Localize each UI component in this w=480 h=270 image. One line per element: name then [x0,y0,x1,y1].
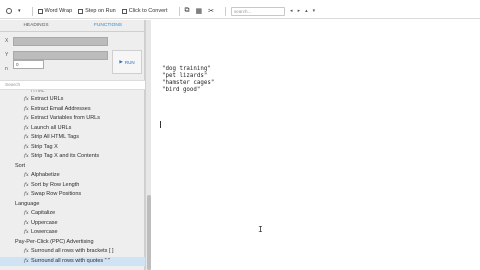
function-icon: fx [24,153,29,159]
list-item-label: Sort by Row Length [31,181,80,188]
scrollbar-thumb[interactable] [147,195,151,270]
toolbar: ▾ Word Wrap Step on Run Click to Convert… [0,4,480,19]
list-item-label: Language [15,200,40,207]
function-icon: fx [24,248,29,254]
list-item[interactable]: fx Swap Row Positions [0,190,145,200]
y-label: Y [5,52,9,58]
function-icon: fx [24,191,29,197]
text-editor[interactable]: "dog training" "pet lizards" "hamster ca… [152,20,480,270]
n-stepper[interactable]: 0 [13,60,44,69]
list-heading[interactable]: Language [0,200,145,210]
grid-icon[interactable]: ▦ [196,7,203,15]
settings-icon[interactable] [6,8,12,14]
list-item-label: Launch all URLs [31,124,72,131]
app-window: ▾ Word Wrap Step on Run Click to Convert… [0,0,480,270]
function-filter-input[interactable]: Search [0,80,145,90]
function-icon: fx [24,181,29,188]
previous-arrow-icon[interactable]: ◂ [290,8,293,14]
word-wrap-checkbox[interactable] [37,8,43,14]
play-icon: ▶ [119,59,123,64]
chevron-down-icon[interactable]: ▾ [18,8,21,14]
function-icon: fx [24,143,29,150]
function-icon: fx [24,105,29,112]
list-item-label: Alphabetize [31,172,60,178]
word-wrap-label: Word Wrap [44,8,73,14]
list-item-label: Extract Variables from URLs [31,115,100,121]
list-item-label: Swap Row Positions [31,191,82,197]
list-item[interactable]: fx Launch all URLs [0,124,145,134]
toolbar-divider [178,6,180,16]
x-label: X [5,38,9,44]
list-heading[interactable]: Pay-Per-Click (PPC) Advertising [0,238,145,248]
editor-line[interactable]: "bird good" [162,87,200,93]
list-item-label: Strip All HTML Tags [31,134,79,140]
list-item[interactable]: fx Alphabetize [0,171,145,181]
click-convert-label: Click to Convert [128,8,168,14]
click-convert-toggle[interactable]: Click to Convert [121,8,168,14]
list-item-label: Extract Email Addresses [31,105,91,112]
function-icon: fx [24,229,29,235]
tab-functions[interactable]: FUNCTIONS [72,20,144,31]
toolbar-divider [225,6,227,16]
list-item-label: Strip Tag X [31,143,58,150]
list-item-label: Extract URLs [31,96,64,102]
list-item[interactable]: fx Capitalize [0,209,145,219]
list-item[interactable]: fx Strip All HTML Tags [0,133,145,143]
n-label: n [5,66,8,72]
ibeam-cursor-icon: I [258,225,263,234]
list-item-label: Capitalize [31,210,56,216]
tab-headings[interactable]: HEADINGS [0,20,72,31]
step-toggle[interactable]: Step on Run [78,8,116,14]
function-icon: fx [24,134,29,140]
function-icon: fx [24,257,29,264]
list-item[interactable]: fx Uppercase [0,219,145,229]
list-item[interactable]: fx Sort by Row Length [0,181,145,191]
step-label: Step on Run [85,8,116,14]
x-field[interactable] [13,37,108,46]
sidebar-scrollbar[interactable] [145,20,151,270]
step-checkbox[interactable] [78,8,84,14]
list-item-label: Surround all rows with brackets [ ] [31,248,114,254]
list-item-label: Strip Tag X and its Contents [31,153,100,159]
run-button[interactable]: ▶ RUN [112,50,142,74]
list-item[interactable]: fx Lowercase [0,228,145,238]
list-item-label: Lowercase [31,229,58,235]
list-item-label: Pay-Per-Click (PPC) Advertising [15,238,94,245]
list-item[interactable]: fx Surround all rows with quotes " " [0,256,145,266]
list-item[interactable]: fx Strip Tag X [0,143,145,153]
list-heading[interactable]: Sort [0,162,145,172]
list-item-label: Uppercase [31,219,58,226]
word-wrap-toggle[interactable]: Word Wrap [37,8,73,14]
sidebar-tabs: HEADINGS FUNCTIONS [0,20,144,32]
sidebar: HEADINGS FUNCTIONS X Y n ▶ RUN 0 Search … [0,20,145,270]
editor-line[interactable]: "dog training" [162,66,211,72]
list-item-label: Surround all rows with quotes " " [31,257,111,264]
function-icon: fx [24,96,29,102]
next-arrow-icon[interactable]: ▸ [298,8,301,14]
text-cursor [160,121,161,128]
function-icon: fx [24,210,29,216]
function-icon: fx [24,124,29,131]
run-label: RUN [124,59,135,65]
function-list: HTML fx Extract URLs fx Extract Email Addre… [0,90,145,270]
function-icon: fx [24,219,29,226]
function-icon: fx [24,172,29,178]
up-arrow-icon[interactable]: ▴ [305,8,308,14]
y-field[interactable] [13,51,108,60]
list-item[interactable]: fx Strip Tag X and its Contents [0,152,145,162]
toolbar-divider [31,6,33,16]
click-convert-checkbox[interactable] [121,8,127,14]
down-arrow-icon[interactable]: ▾ [313,8,316,14]
editor-line[interactable]: "pet lizards" [162,73,207,79]
list-item[interactable]: fx Extract Email Addresses [0,105,145,115]
list-item[interactable]: fx Extract URLs [0,95,145,105]
list-item[interactable]: fx Surround all rows with brackets [ ] [0,247,145,257]
function-icon: fx [24,115,29,121]
list-item-label: Sort [15,162,26,169]
search-input[interactable]: search... [231,6,286,16]
list-item[interactable]: fx Extract Variables from URLs [0,114,145,124]
copy-icon[interactable]: ⧉ [185,7,190,15]
editor-line[interactable]: "hamster cages" [162,80,214,86]
scissors-icon[interactable]: ✂ [208,7,214,15]
